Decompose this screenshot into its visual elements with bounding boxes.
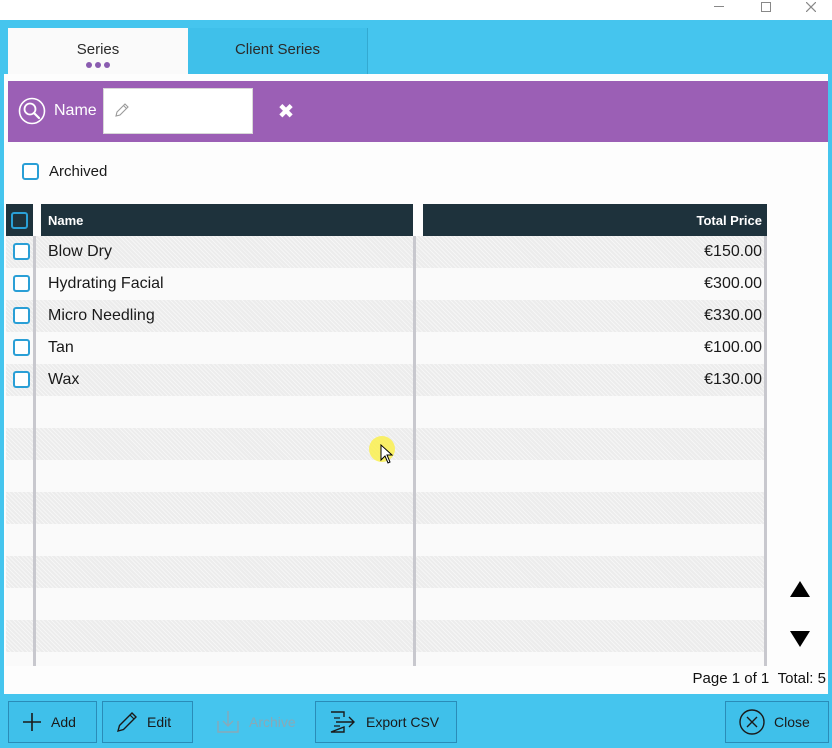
row-price: €330.00 bbox=[704, 307, 762, 324]
tab-active-indicator bbox=[86, 62, 110, 68]
row-name: Tan bbox=[48, 339, 74, 356]
total-text: Total: 5 bbox=[777, 670, 826, 687]
row-name: Blow Dry bbox=[48, 243, 113, 260]
tab-client-series[interactable]: Client Series bbox=[188, 28, 368, 74]
archived-filter[interactable]: Archived bbox=[22, 161, 107, 181]
row-checkbox[interactable] bbox=[13, 243, 30, 260]
page-text: Page 1 of 1 bbox=[692, 670, 770, 687]
row-checkbox[interactable] bbox=[13, 339, 30, 356]
row-price: €300.00 bbox=[704, 275, 762, 292]
row-price: €150.00 bbox=[704, 243, 762, 260]
clear-search-icon[interactable]: ✖ bbox=[274, 99, 298, 123]
add-button[interactable]: Add bbox=[8, 701, 97, 743]
row-price: €130.00 bbox=[704, 371, 762, 388]
select-all-checkbox[interactable] bbox=[11, 211, 28, 229]
table-row[interactable]: Hydrating Facial €300.00 bbox=[6, 268, 767, 300]
archive-icon bbox=[217, 711, 239, 733]
search-input[interactable] bbox=[103, 88, 253, 134]
window-titlebar bbox=[0, 0, 832, 20]
table-row[interactable]: Tan €100.00 bbox=[6, 332, 767, 364]
edit-button[interactable]: Edit bbox=[102, 701, 193, 743]
select-all-header bbox=[6, 204, 33, 236]
mouse-pointer-icon bbox=[380, 444, 394, 464]
pagination-info: Page 1 of 1 Total: 5 bbox=[693, 670, 826, 687]
tab-client-series-label: Client Series bbox=[234, 41, 321, 58]
column-header-name[interactable]: Name bbox=[41, 204, 413, 236]
scroll-down-icon[interactable] bbox=[788, 628, 812, 650]
search-label: Name bbox=[54, 102, 97, 119]
minimize-icon[interactable] bbox=[699, 0, 739, 14]
close-button[interactable]: Close bbox=[725, 701, 829, 743]
tab-strip: Series Client Series bbox=[8, 28, 368, 74]
column-header-total-price[interactable]: Total Price bbox=[423, 204, 767, 236]
series-table: Name Total Price Blow Dry €150.00 Hydrat… bbox=[6, 204, 767, 666]
table-row[interactable]: Blow Dry €150.00 bbox=[6, 236, 767, 268]
row-price: €100.00 bbox=[704, 339, 762, 356]
export-icon bbox=[330, 711, 355, 733]
row-checkbox[interactable] bbox=[13, 307, 30, 324]
export-csv-button[interactable]: Export CSV bbox=[315, 701, 457, 743]
pencil-edit-icon bbox=[117, 712, 137, 732]
archive-button[interactable]: Archive bbox=[202, 701, 306, 743]
search-bar: Name ✖ bbox=[8, 81, 828, 142]
row-name: Hydrating Facial bbox=[48, 275, 164, 292]
content-panel: Name ✖ Archived Name Total Price Blow Dr… bbox=[4, 74, 828, 694]
row-name: Wax bbox=[48, 371, 80, 388]
search-icon[interactable] bbox=[18, 97, 46, 125]
app-frame: Series Client Series Name ✖ Archived Nam… bbox=[0, 20, 832, 748]
table-row[interactable]: Wax €130.00 bbox=[6, 364, 767, 396]
row-checkbox[interactable] bbox=[13, 371, 30, 388]
row-checkbox[interactable] bbox=[13, 275, 30, 292]
maximize-icon[interactable] bbox=[746, 0, 786, 14]
tab-series-label: Series bbox=[76, 41, 120, 58]
archived-checkbox[interactable] bbox=[22, 162, 39, 180]
plus-icon bbox=[23, 713, 41, 731]
scroll-up-icon[interactable] bbox=[788, 578, 812, 600]
tab-series[interactable]: Series bbox=[8, 28, 188, 74]
archived-label: Archived bbox=[49, 162, 108, 180]
row-name: Micro Needling bbox=[48, 307, 155, 324]
bottom-toolbar: Add Edit Archive Export CSV Close bbox=[0, 698, 832, 748]
table-row[interactable]: Micro Needling €330.00 bbox=[6, 300, 767, 332]
close-window-icon[interactable] bbox=[791, 0, 831, 14]
close-circle-icon bbox=[739, 709, 765, 735]
